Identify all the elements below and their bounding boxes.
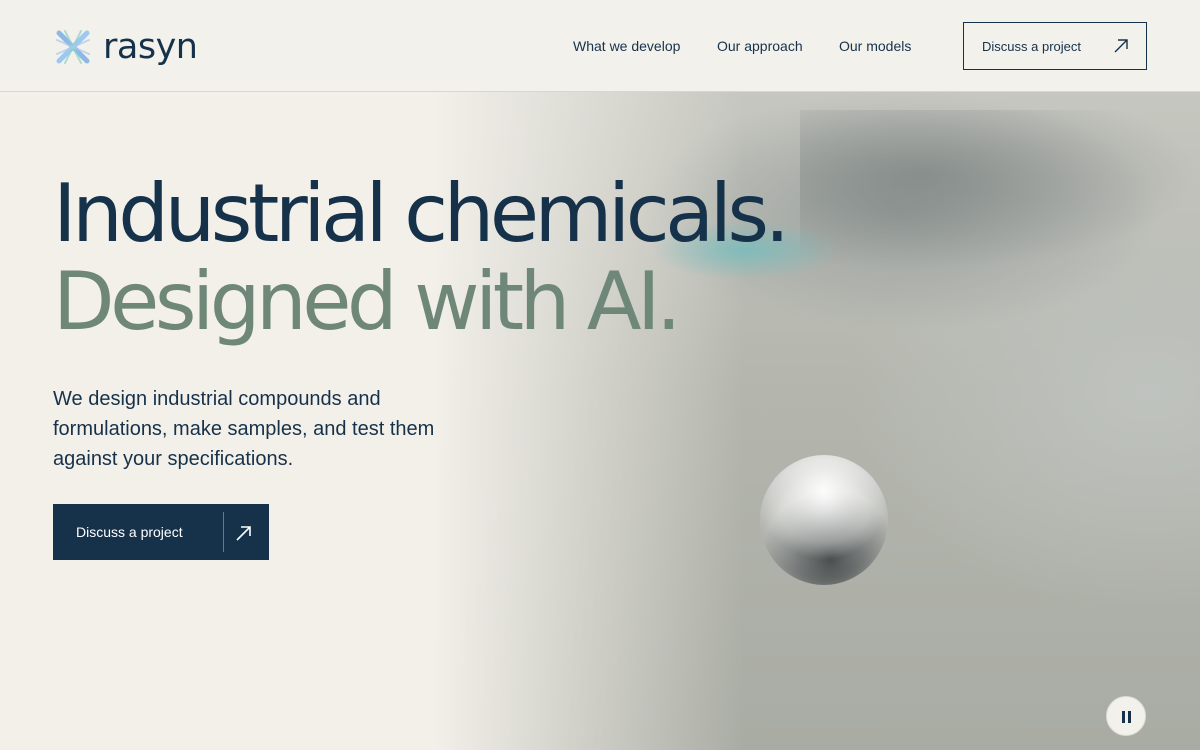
header-discuss-project-button[interactable]: Discuss a project <box>963 22 1147 70</box>
video-pause-button[interactable] <box>1106 696 1146 736</box>
pause-icon-bar <box>1128 711 1131 723</box>
water-droplet-image <box>760 455 888 585</box>
main-nav: What we develop Our approach Our models <box>573 36 919 56</box>
hero-discuss-project-button[interactable]: Discuss a project <box>53 504 269 560</box>
landing-page: rasyn What we develop Our approach Our m… <box>0 0 1200 750</box>
hero-cta-divider <box>223 512 224 552</box>
arrow-up-right-icon <box>1114 39 1128 53</box>
hero-section: Industrial chemicals. Designed with AI. <box>53 167 790 348</box>
hero-cta-label: Discuss a project <box>76 524 183 540</box>
x-cross-logo-icon <box>56 30 90 64</box>
hero-headline-line2: Designed with AI. <box>53 255 682 348</box>
logo-wordmark: rasyn <box>103 27 198 67</box>
hero-description: We design industrial compounds and formu… <box>53 388 435 470</box>
nav-our-models[interactable]: Our models <box>839 36 919 56</box>
logo-link[interactable]: rasyn <box>53 27 198 67</box>
header-cta-label: Discuss a project <box>982 39 1081 54</box>
nav-our-approach[interactable]: Our approach <box>717 36 839 56</box>
site-header: rasyn What we develop Our approach Our m… <box>0 0 1200 92</box>
hero-background-blur <box>800 110 1200 270</box>
hero-headline-line1: Industrial chemicals. <box>53 167 790 260</box>
nav-what-we-develop[interactable]: What we develop <box>573 36 717 56</box>
pause-icon <box>1122 711 1125 723</box>
arrow-up-right-icon <box>236 526 251 541</box>
